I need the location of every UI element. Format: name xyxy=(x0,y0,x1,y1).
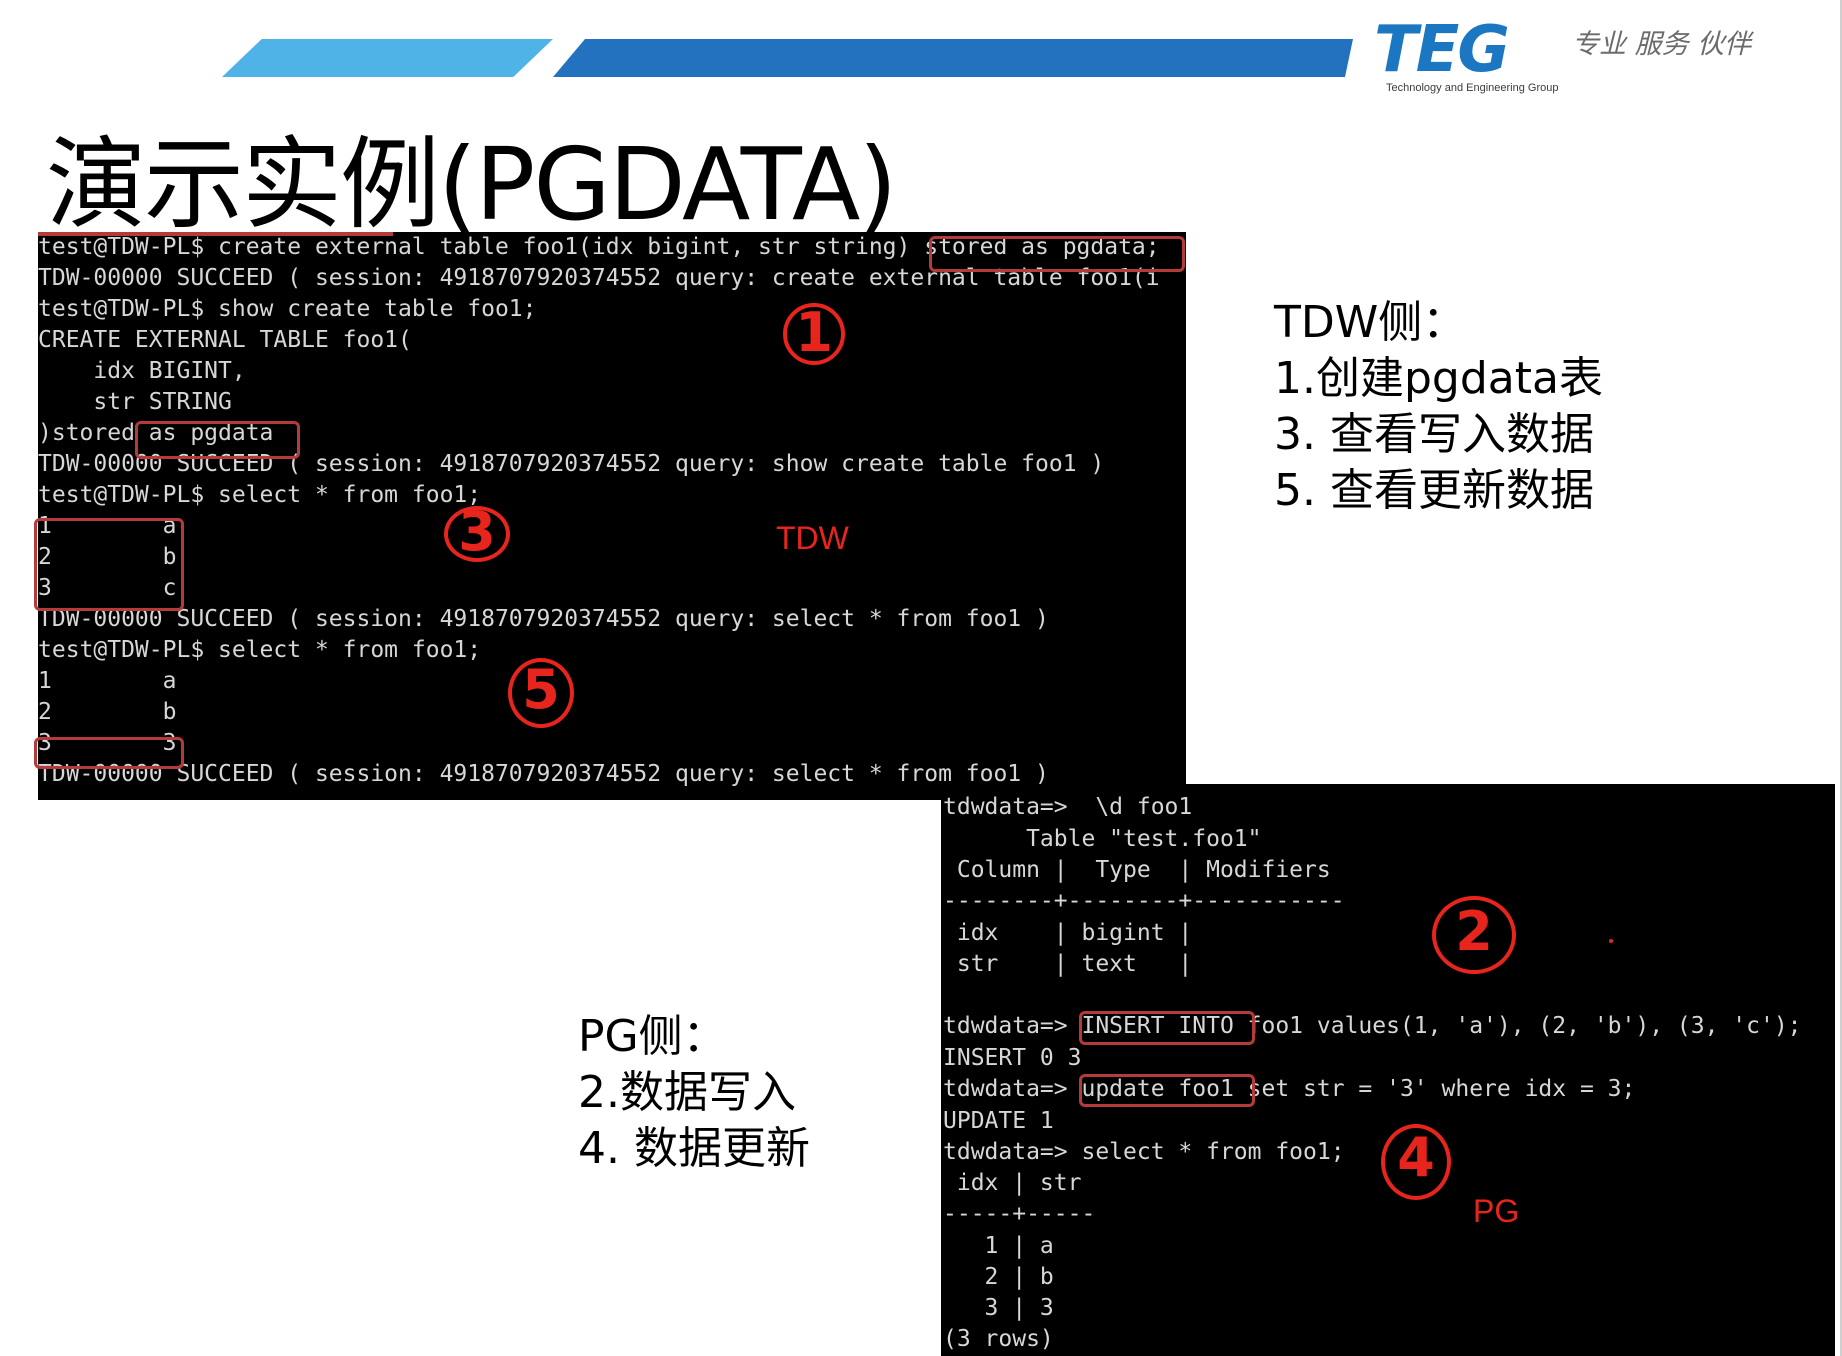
terminal-line: CREATE EXTERNAL TABLE foo1( xyxy=(38,327,412,353)
terminal-line: str STRING xyxy=(38,389,232,415)
terminal-line: tdwdata=> select * from foo1; xyxy=(943,1139,1345,1165)
terminal-line: 1 a xyxy=(38,668,177,694)
terminal-line: test@TDW-PL$ select * from foo1; xyxy=(38,637,482,663)
terminal-line: tdwdata=> INSERT INTO foo1 values(1, 'a'… xyxy=(943,1013,1802,1039)
step-number: 3 xyxy=(458,500,496,563)
tdw-note-item: 5. 查看更新数据 xyxy=(1274,465,1594,516)
terminal-line: idx | str xyxy=(943,1170,1082,1196)
terminal-line: idx | bigint | xyxy=(943,920,1193,946)
step-marker-4: 4 xyxy=(1381,1124,1451,1200)
terminal-line: test@TDW-PL$ show create table foo1; xyxy=(38,296,537,322)
step-number: 2 xyxy=(1455,900,1493,963)
terminal-line: tdwdata=> update foo1 set str = '3' wher… xyxy=(943,1076,1636,1102)
terminal-line: 1 | a xyxy=(943,1233,1054,1259)
terminal-line: 2 | b xyxy=(943,1264,1054,1290)
step-marker-3: 3 xyxy=(444,500,510,563)
pg-note-item: 2.数据写入 xyxy=(578,1067,796,1118)
terminal-line: tdwdata=> \d foo1 xyxy=(943,794,1193,820)
highlight-box-result-rows xyxy=(34,518,184,611)
brand-tagline: 专业 服务 伙伴 xyxy=(1572,29,1752,60)
tdw-note-item: 3. 查看写入数据 xyxy=(1274,409,1594,460)
terminal-line: (3 rows) xyxy=(943,1326,1054,1352)
step-number: 5 xyxy=(522,658,560,721)
terminal-line: INSERT 0 3 xyxy=(943,1045,1082,1071)
highlight-box-insert-into xyxy=(1079,1011,1255,1045)
highlight-box-updated-row xyxy=(34,737,184,769)
highlight-bar xyxy=(38,232,393,236)
terminal-line: 2 b xyxy=(38,699,177,725)
header-band-light xyxy=(222,39,553,77)
step-number: 4 xyxy=(1397,1126,1435,1189)
pg-note-item: 4. 数据更新 xyxy=(578,1123,810,1174)
tdw-notes: TDW侧： 1.创建pgdata表 3. 查看写入数据 5. 查看更新数据 xyxy=(1274,295,1603,519)
teg-brand: TEG 专业 服务 伙伴 Technology and Engineering … xyxy=(1372,14,1752,99)
pg-notes-heading: PG侧： xyxy=(578,1011,727,1062)
step-marker-2: 2 xyxy=(1432,896,1516,974)
terminal-line: --------+--------+----------- xyxy=(943,888,1345,914)
pg-notes: PG侧： 2.数据写入 4. 数据更新 xyxy=(578,1009,810,1177)
tdw-note-item: 1.创建pgdata表 xyxy=(1274,353,1603,404)
pg-label: PG xyxy=(1473,1193,1520,1229)
slide-title: 演示实例(PGDATA) xyxy=(46,126,897,243)
teg-logo: TEG xyxy=(1374,13,1510,87)
header-band-dark xyxy=(553,39,1353,77)
step-marker-1: 1 xyxy=(783,301,845,365)
highlight-box-stored-as-pgdata xyxy=(929,236,1185,272)
brand-subtitle: Technology and Engineering Group xyxy=(1386,82,1559,94)
red-dot xyxy=(1609,939,1613,943)
terminal-line: idx BIGINT, xyxy=(38,358,246,384)
terminal-line: TDW-00000 SUCCEED ( session: 49187079203… xyxy=(38,606,1049,632)
terminal-line: Table "test.foo1" xyxy=(943,826,1262,852)
highlight-box-update-foo1 xyxy=(1079,1074,1255,1107)
tdw-notes-heading: TDW侧： xyxy=(1274,297,1467,348)
terminal-line: str | text | xyxy=(943,951,1193,977)
pg-terminal: tdwdata=> \d foo1 Table "test.foo1" Colu… xyxy=(941,784,1835,1356)
highlight-box-as-pgdata xyxy=(135,421,300,459)
tdw-label: TDW xyxy=(776,520,849,556)
terminal-line: TDW-00000 SUCCEED ( session: 49187079203… xyxy=(38,761,1049,787)
terminal-line: test@TDW-PL$ select * from foo1; xyxy=(38,482,482,508)
terminal-line: -----+----- xyxy=(943,1201,1096,1227)
terminal-line: UPDATE 1 xyxy=(943,1108,1054,1134)
tdw-terminal: test@TDW-PL$ create external table foo1(… xyxy=(38,232,1186,800)
terminal-line: 3 | 3 xyxy=(943,1295,1054,1321)
terminal-line: Column | Type | Modifiers xyxy=(943,857,1331,883)
step-marker-5: 5 xyxy=(508,658,574,728)
step-number: 1 xyxy=(795,301,833,364)
slide: TEG 专业 服务 伙伴 Technology and Engineering … xyxy=(0,0,1842,1356)
